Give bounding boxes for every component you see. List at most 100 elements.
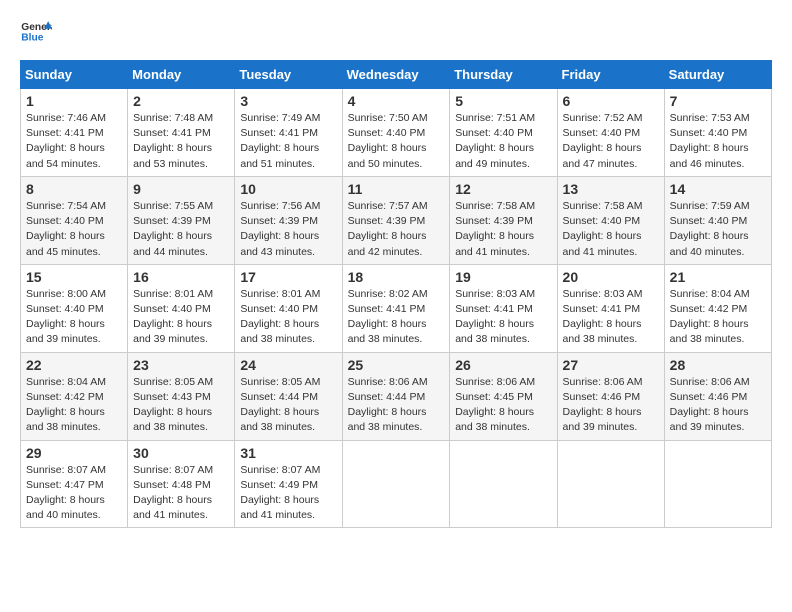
day-info: Sunrise: 7:48 AMSunset: 4:41 PMDaylight:… (133, 112, 213, 170)
calendar-cell: 15 Sunrise: 8:00 AMSunset: 4:40 PMDaylig… (21, 264, 128, 352)
col-header-thursday: Thursday (450, 61, 557, 89)
day-number: 31 (240, 445, 336, 461)
day-number: 27 (563, 357, 659, 373)
calendar-cell: 16 Sunrise: 8:01 AMSunset: 4:40 PMDaylig… (128, 264, 235, 352)
day-info: Sunrise: 7:49 AMSunset: 4:41 PMDaylight:… (240, 112, 320, 170)
calendar-cell: 2 Sunrise: 7:48 AMSunset: 4:41 PMDayligh… (128, 89, 235, 177)
calendar-cell: 17 Sunrise: 8:01 AMSunset: 4:40 PMDaylig… (235, 264, 342, 352)
day-info: Sunrise: 7:55 AMSunset: 4:39 PMDaylight:… (133, 200, 213, 258)
calendar-cell: 9 Sunrise: 7:55 AMSunset: 4:39 PMDayligh… (128, 176, 235, 264)
day-number: 16 (133, 269, 229, 285)
calendar-week-1: 1 Sunrise: 7:46 AMSunset: 4:41 PMDayligh… (21, 89, 772, 177)
day-number: 9 (133, 181, 229, 197)
day-number: 7 (670, 93, 766, 109)
calendar-cell: 10 Sunrise: 7:56 AMSunset: 4:39 PMDaylig… (235, 176, 342, 264)
day-info: Sunrise: 8:03 AMSunset: 4:41 PMDaylight:… (563, 288, 643, 346)
day-info: Sunrise: 7:54 AMSunset: 4:40 PMDaylight:… (26, 200, 106, 258)
calendar-cell: 26 Sunrise: 8:06 AMSunset: 4:45 PMDaylig… (450, 352, 557, 440)
day-number: 28 (670, 357, 766, 373)
day-number: 26 (455, 357, 551, 373)
calendar-cell: 19 Sunrise: 8:03 AMSunset: 4:41 PMDaylig… (450, 264, 557, 352)
day-number: 18 (348, 269, 445, 285)
day-info: Sunrise: 8:06 AMSunset: 4:46 PMDaylight:… (670, 376, 750, 434)
logo-icon: General Blue (20, 16, 52, 48)
day-info: Sunrise: 8:07 AMSunset: 4:48 PMDaylight:… (133, 464, 213, 522)
calendar-cell: 12 Sunrise: 7:58 AMSunset: 4:39 PMDaylig… (450, 176, 557, 264)
calendar-cell: 6 Sunrise: 7:52 AMSunset: 4:40 PMDayligh… (557, 89, 664, 177)
day-info: Sunrise: 7:57 AMSunset: 4:39 PMDaylight:… (348, 200, 428, 258)
col-header-monday: Monday (128, 61, 235, 89)
calendar-week-3: 15 Sunrise: 8:00 AMSunset: 4:40 PMDaylig… (21, 264, 772, 352)
day-number: 30 (133, 445, 229, 461)
day-number: 20 (563, 269, 659, 285)
day-info: Sunrise: 8:07 AMSunset: 4:49 PMDaylight:… (240, 464, 320, 522)
calendar-cell: 13 Sunrise: 7:58 AMSunset: 4:40 PMDaylig… (557, 176, 664, 264)
day-info: Sunrise: 8:04 AMSunset: 4:42 PMDaylight:… (26, 376, 106, 434)
day-info: Sunrise: 8:07 AMSunset: 4:47 PMDaylight:… (26, 464, 106, 522)
calendar-cell: 4 Sunrise: 7:50 AMSunset: 4:40 PMDayligh… (342, 89, 450, 177)
calendar-cell: 5 Sunrise: 7:51 AMSunset: 4:40 PMDayligh… (450, 89, 557, 177)
day-number: 11 (348, 181, 445, 197)
day-number: 14 (670, 181, 766, 197)
day-number: 21 (670, 269, 766, 285)
calendar-week-2: 8 Sunrise: 7:54 AMSunset: 4:40 PMDayligh… (21, 176, 772, 264)
calendar-cell: 24 Sunrise: 8:05 AMSunset: 4:44 PMDaylig… (235, 352, 342, 440)
calendar-cell: 3 Sunrise: 7:49 AMSunset: 4:41 PMDayligh… (235, 89, 342, 177)
svg-text:Blue: Blue (21, 32, 43, 43)
day-number: 4 (348, 93, 445, 109)
day-info: Sunrise: 7:52 AMSunset: 4:40 PMDaylight:… (563, 112, 643, 170)
header: General Blue (20, 16, 772, 48)
calendar-cell (557, 440, 664, 528)
day-number: 8 (26, 181, 122, 197)
day-number: 10 (240, 181, 336, 197)
day-number: 1 (26, 93, 122, 109)
col-header-friday: Friday (557, 61, 664, 89)
calendar-cell: 25 Sunrise: 8:06 AMSunset: 4:44 PMDaylig… (342, 352, 450, 440)
calendar-header-row: SundayMondayTuesdayWednesdayThursdayFrid… (21, 61, 772, 89)
calendar-cell: 7 Sunrise: 7:53 AMSunset: 4:40 PMDayligh… (664, 89, 771, 177)
calendar-cell (664, 440, 771, 528)
day-info: Sunrise: 7:50 AMSunset: 4:40 PMDaylight:… (348, 112, 428, 170)
col-header-sunday: Sunday (21, 61, 128, 89)
calendar-week-5: 29 Sunrise: 8:07 AMSunset: 4:47 PMDaylig… (21, 440, 772, 528)
calendar-cell: 29 Sunrise: 8:07 AMSunset: 4:47 PMDaylig… (21, 440, 128, 528)
calendar-cell (342, 440, 450, 528)
calendar-cell: 14 Sunrise: 7:59 AMSunset: 4:40 PMDaylig… (664, 176, 771, 264)
calendar-cell: 21 Sunrise: 8:04 AMSunset: 4:42 PMDaylig… (664, 264, 771, 352)
day-info: Sunrise: 8:00 AMSunset: 4:40 PMDaylight:… (26, 288, 106, 346)
col-header-wednesday: Wednesday (342, 61, 450, 89)
day-number: 17 (240, 269, 336, 285)
day-info: Sunrise: 8:06 AMSunset: 4:44 PMDaylight:… (348, 376, 428, 434)
day-number: 29 (26, 445, 122, 461)
day-number: 2 (133, 93, 229, 109)
day-number: 3 (240, 93, 336, 109)
calendar-cell: 31 Sunrise: 8:07 AMSunset: 4:49 PMDaylig… (235, 440, 342, 528)
calendar-cell: 11 Sunrise: 7:57 AMSunset: 4:39 PMDaylig… (342, 176, 450, 264)
day-number: 23 (133, 357, 229, 373)
day-info: Sunrise: 8:01 AMSunset: 4:40 PMDaylight:… (240, 288, 320, 346)
col-header-tuesday: Tuesday (235, 61, 342, 89)
calendar-cell (450, 440, 557, 528)
calendar-cell: 18 Sunrise: 8:02 AMSunset: 4:41 PMDaylig… (342, 264, 450, 352)
day-info: Sunrise: 7:58 AMSunset: 4:39 PMDaylight:… (455, 200, 535, 258)
logo: General Blue (20, 16, 52, 48)
calendar-cell: 28 Sunrise: 8:06 AMSunset: 4:46 PMDaylig… (664, 352, 771, 440)
col-header-saturday: Saturday (664, 61, 771, 89)
calendar-cell: 30 Sunrise: 8:07 AMSunset: 4:48 PMDaylig… (128, 440, 235, 528)
day-info: Sunrise: 8:06 AMSunset: 4:45 PMDaylight:… (455, 376, 535, 434)
day-info: Sunrise: 8:05 AMSunset: 4:44 PMDaylight:… (240, 376, 320, 434)
day-info: Sunrise: 8:04 AMSunset: 4:42 PMDaylight:… (670, 288, 750, 346)
day-number: 6 (563, 93, 659, 109)
calendar-cell: 20 Sunrise: 8:03 AMSunset: 4:41 PMDaylig… (557, 264, 664, 352)
calendar-cell: 22 Sunrise: 8:04 AMSunset: 4:42 PMDaylig… (21, 352, 128, 440)
day-info: Sunrise: 7:56 AMSunset: 4:39 PMDaylight:… (240, 200, 320, 258)
day-info: Sunrise: 8:05 AMSunset: 4:43 PMDaylight:… (133, 376, 213, 434)
day-info: Sunrise: 7:53 AMSunset: 4:40 PMDaylight:… (670, 112, 750, 170)
day-number: 24 (240, 357, 336, 373)
day-number: 12 (455, 181, 551, 197)
day-info: Sunrise: 7:46 AMSunset: 4:41 PMDaylight:… (26, 112, 106, 170)
day-info: Sunrise: 8:03 AMSunset: 4:41 PMDaylight:… (455, 288, 535, 346)
calendar-cell: 23 Sunrise: 8:05 AMSunset: 4:43 PMDaylig… (128, 352, 235, 440)
calendar-cell: 1 Sunrise: 7:46 AMSunset: 4:41 PMDayligh… (21, 89, 128, 177)
day-info: Sunrise: 8:02 AMSunset: 4:41 PMDaylight:… (348, 288, 428, 346)
